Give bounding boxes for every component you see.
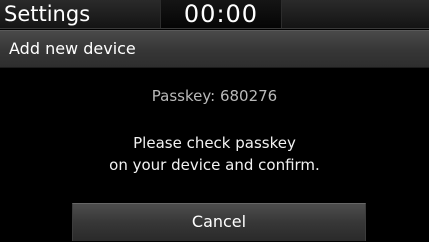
clock-display[interactable]: 00:00 [160, 0, 282, 28]
cancel-button-label: Cancel [191, 212, 247, 231]
confirm-message: Please check passkey on your device and … [0, 132, 429, 176]
page-header: Add new device [0, 30, 429, 68]
passkey-label: Passkey: 680276 [151, 87, 278, 105]
clock-time: 00:00 [183, 0, 259, 28]
confirm-message-line-1: Please check passkey [133, 134, 296, 152]
confirm-message-line-2: on your device and confirm. [109, 156, 320, 174]
cancel-button[interactable]: Cancel [72, 203, 366, 241]
status-bar-title: Settings [4, 2, 91, 26]
status-bar: Settings 00:00 [0, 0, 429, 29]
bluetooth-pairing-screen: Settings 00:00 Add new device Passkey: 6… [0, 0, 429, 242]
page-title: Add new device [9, 39, 136, 58]
